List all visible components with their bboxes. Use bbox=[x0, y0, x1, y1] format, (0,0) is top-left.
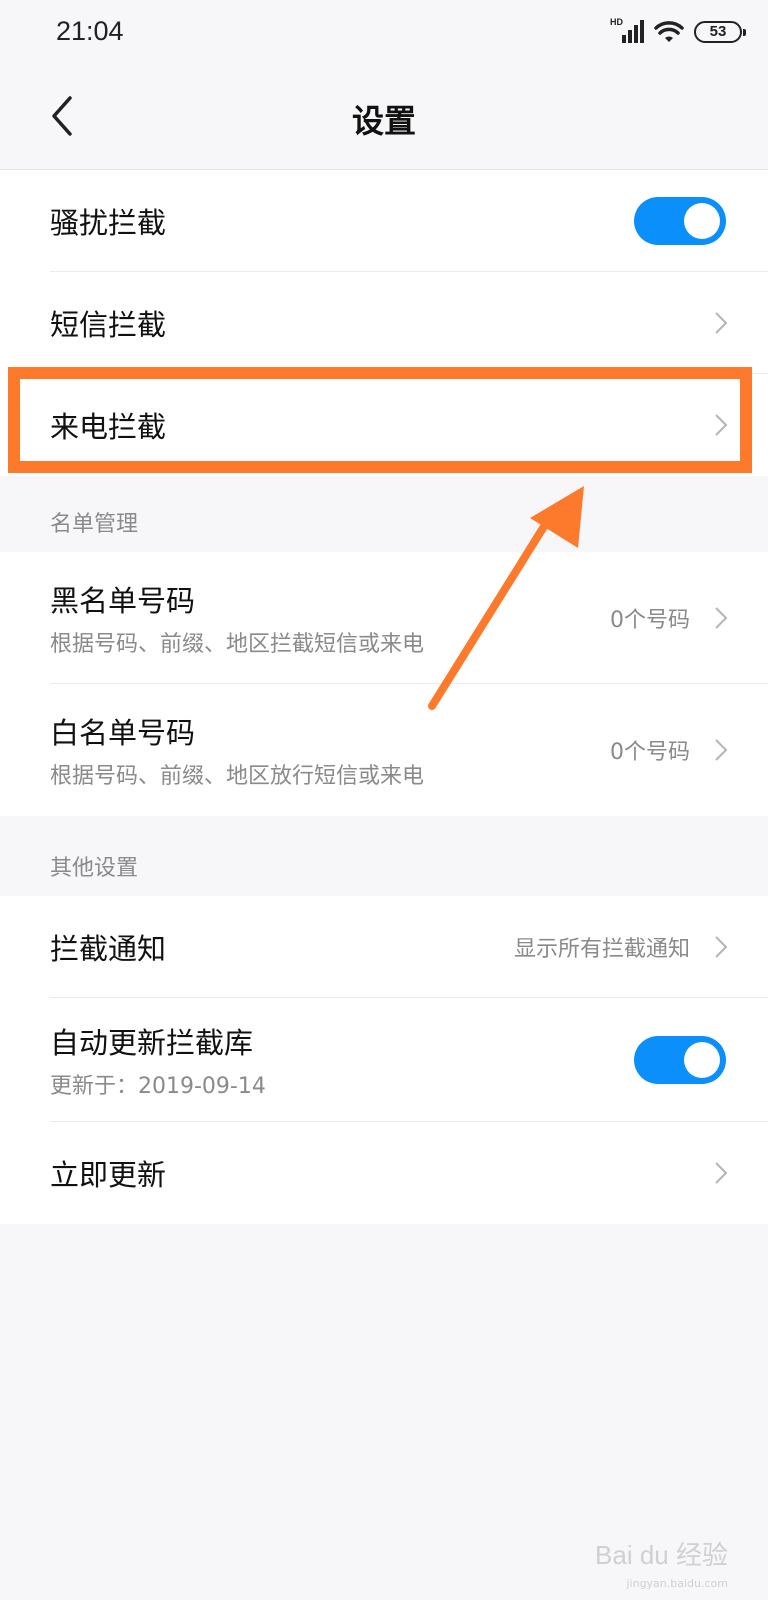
other-settings-group: 拦截通知 显示所有拦截通知 自动更新拦截库 更新于：2019-09-14 立即更… bbox=[0, 896, 768, 1224]
watermark-url: jingyan.baidu.com bbox=[626, 1577, 728, 1590]
row-subtitle: 根据号码、前缀、地区放行短信或来电 bbox=[50, 764, 425, 789]
status-time: 21:04 bbox=[56, 16, 124, 46]
row-label: 白名单号码 bbox=[50, 716, 196, 750]
row-value: 0个号码 bbox=[610, 740, 690, 765]
section-label-other-settings: 其他设置 bbox=[50, 856, 139, 881]
section-label-list-management: 名单管理 bbox=[50, 512, 139, 537]
list-management-group: 黑名单号码 根据号码、前缀、地区拦截短信或来电 0个号码 白名单号码 根据号码、… bbox=[0, 552, 768, 816]
status-bar: 21:04 HD 53 bbox=[0, 0, 768, 64]
chevron-right-icon bbox=[715, 739, 728, 761]
row-label: 自动更新拦截库 bbox=[50, 1025, 254, 1060]
row-harassment-interception[interactable]: 骚扰拦截 bbox=[50, 170, 768, 272]
chevron-right-icon bbox=[715, 606, 728, 629]
row-update-now[interactable]: 立即更新 bbox=[50, 1122, 768, 1224]
network-type: HD bbox=[610, 17, 623, 27]
row-blacklist[interactable]: 黑名单号码 根据号码、前缀、地区拦截短信或来电 0个号码 bbox=[50, 552, 768, 684]
row-label: 拦截通知 bbox=[50, 931, 167, 966]
harassment-interception-toggle[interactable] bbox=[634, 196, 726, 245]
row-whitelist[interactable]: 白名单号码 根据号码、前缀、地区放行短信或来电 0个号码 bbox=[50, 684, 768, 816]
row-sms-interception[interactable]: 短信拦截 bbox=[50, 272, 768, 374]
row-label: 立即更新 bbox=[50, 1158, 167, 1192]
row-value: 0个号码 bbox=[610, 607, 690, 633]
page-title: 设置 bbox=[351, 102, 416, 140]
interception-group: 骚扰拦截 短信拦截 来电拦截 bbox=[0, 170, 768, 476]
chevron-right-icon bbox=[715, 414, 728, 436]
row-subtitle: 根据号码、前缀、地区拦截短信或来电 bbox=[50, 631, 425, 657]
header: 设置 bbox=[0, 64, 768, 170]
wifi-icon bbox=[654, 21, 684, 42]
battery-indicator: 53 bbox=[694, 21, 746, 43]
row-value: 显示所有拦截通知 bbox=[513, 936, 690, 962]
row-label: 来电拦截 bbox=[50, 410, 167, 444]
row-auto-update-library[interactable]: 自动更新拦截库 更新于：2019-09-14 bbox=[50, 998, 768, 1122]
signal-icon: HD bbox=[610, 17, 644, 45]
row-call-interception[interactable]: 来电拦截 bbox=[50, 374, 768, 476]
row-label: 骚扰拦截 bbox=[50, 205, 167, 240]
chevron-right-icon bbox=[715, 311, 728, 334]
chevron-right-icon bbox=[715, 1162, 728, 1184]
watermark-logo: Bai du 经验 bbox=[595, 1540, 728, 1570]
chevron-right-icon bbox=[715, 935, 728, 958]
row-subtitle: 更新于：2019-09-14 bbox=[50, 1073, 266, 1099]
row-label: 短信拦截 bbox=[50, 307, 167, 342]
row-label: 黑名单号码 bbox=[50, 583, 196, 618]
status-icons: HD 53 bbox=[610, 17, 746, 46]
row-interception-notification[interactable]: 拦截通知 显示所有拦截通知 bbox=[50, 896, 768, 998]
auto-update-toggle[interactable] bbox=[634, 1035, 726, 1084]
